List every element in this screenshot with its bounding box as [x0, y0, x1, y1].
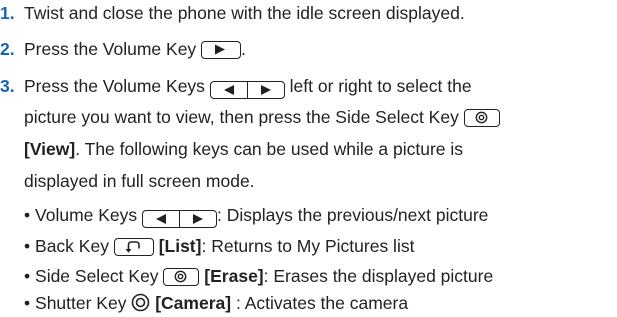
- bullet-back-key: • Back Key [List]: Returns to My Picture…: [24, 235, 414, 257]
- step-text: .: [241, 39, 246, 59]
- step-3-line-2: picture you want to view, then press the…: [24, 106, 500, 128]
- softkey-label: [List]: [158, 236, 202, 256]
- bullet-mark: •: [24, 236, 31, 256]
- step-1: 1. Twist and close the phone with the idl…: [0, 2, 465, 24]
- step-number: 3.: [0, 76, 15, 96]
- step-text: Press the Volume Keys: [24, 76, 210, 96]
- step-number: 2.: [0, 39, 15, 59]
- bullet-mark: •: [24, 266, 31, 286]
- instructions: 1. Twist and close the phone with the idl…: [0, 0, 617, 316]
- step-text: displayed in full screen mode.: [24, 171, 255, 191]
- bullet-mark: •: [24, 293, 31, 313]
- back-key-icon: [113, 238, 154, 256]
- bullet-action: : Erases the displayed picture: [263, 266, 494, 286]
- volume-left-right-keys-icon: [142, 210, 218, 228]
- volume-left-right-keys-icon: [209, 81, 285, 99]
- step-text: picture you want to view, then press the…: [24, 107, 459, 127]
- step-3: 3. Press the Volume Keys left or right to…: [0, 75, 472, 99]
- side-select-key-icon: [463, 109, 500, 127]
- step-3-line-3: [View]. The following keys can be used w…: [24, 138, 463, 160]
- step-text: Twist and close the phone with the idle …: [24, 3, 465, 23]
- bullet-action: : Activates the camera: [231, 293, 409, 313]
- step-2: 2. Press the Volume Key .: [0, 38, 246, 60]
- shutter-key-icon: [131, 293, 150, 317]
- bullet-label: Back Key: [35, 236, 114, 256]
- bullet-volume-keys: • Volume Keys : Displays the previous/ne…: [24, 204, 489, 228]
- bullet-side-select-key: • Side Select Key [Erase]: Erases the di…: [24, 265, 493, 287]
- step-text: left or right to select the: [284, 76, 472, 96]
- bullet-mark: •: [24, 205, 31, 225]
- softkey-label: [Camera]: [155, 293, 232, 313]
- bullet-action: : Displays the previous/next picture: [217, 205, 489, 225]
- step-text: . The following keys can be used while a…: [75, 139, 464, 159]
- step-text: Press the Volume Key: [24, 39, 202, 59]
- bullet-action: : Returns to My Pictures list: [201, 236, 415, 256]
- side-select-key-icon: [163, 268, 200, 286]
- step-3-line-4: displayed in full screen mode.: [24, 170, 255, 192]
- softkey-label: [Erase]: [204, 266, 264, 286]
- step-number: 1.: [0, 3, 15, 23]
- bullet-label: Volume Keys: [35, 205, 143, 225]
- volume-right-key-icon: [201, 41, 242, 59]
- bullet-label: Side Select Key: [35, 266, 164, 286]
- softkey-label: [View]: [24, 139, 76, 159]
- bullet-label: Shutter Key: [35, 293, 132, 313]
- bullet-shutter-key: • Shutter Key [Camera] : Activates the c…: [24, 292, 408, 314]
